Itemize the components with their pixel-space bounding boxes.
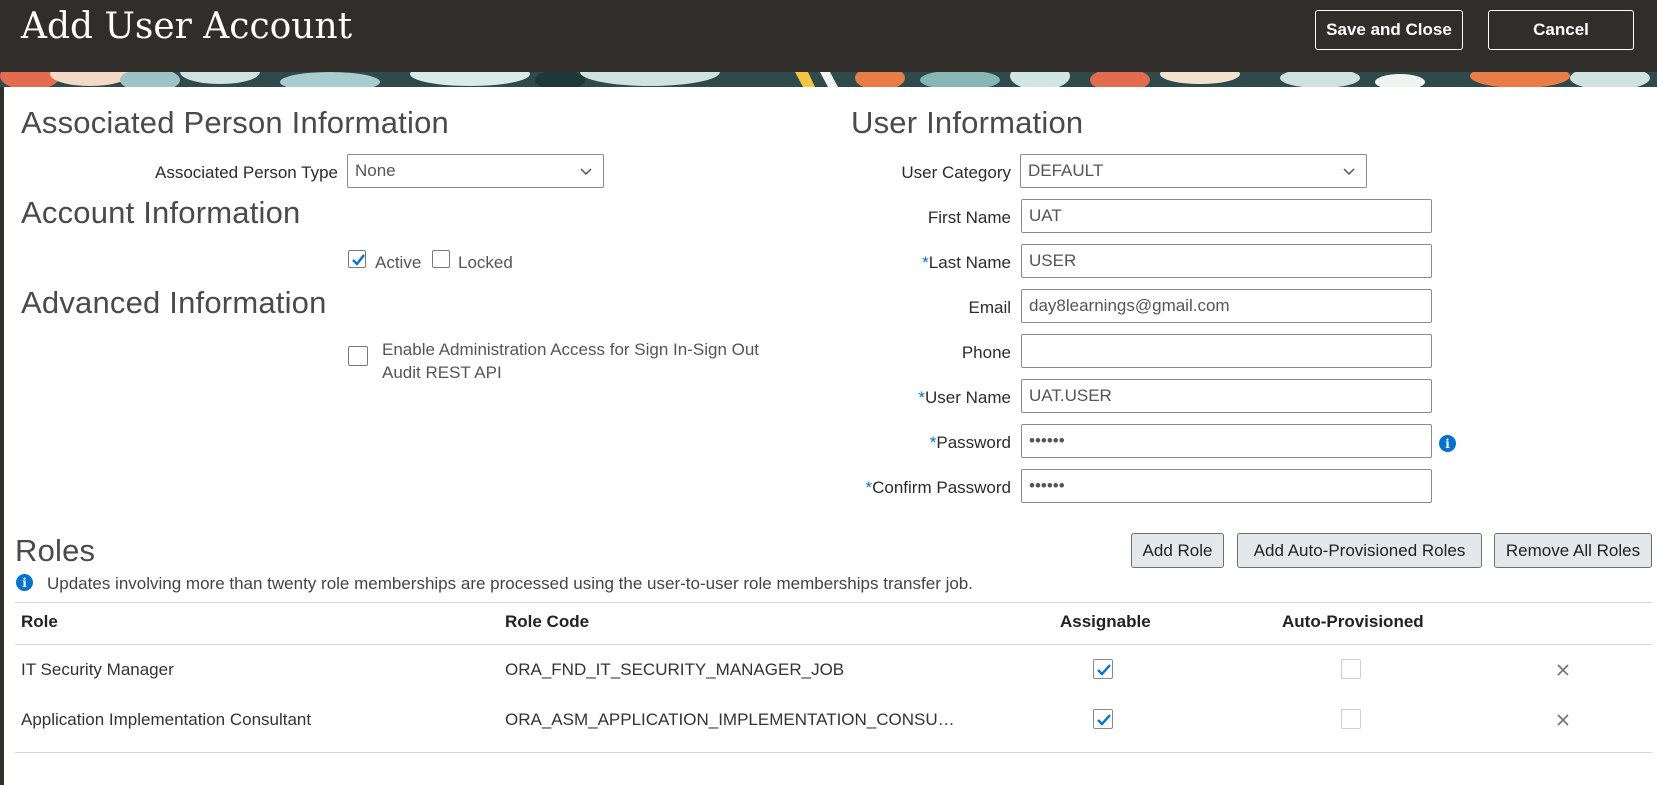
- user-category-value: DEFAULT: [1028, 161, 1104, 180]
- active-label: Active: [375, 253, 422, 272]
- info-icon[interactable]: i: [1439, 435, 1456, 452]
- role-name: IT Security Manager: [21, 660, 174, 679]
- last-name-field[interactable]: USER: [1021, 244, 1432, 278]
- user-name-field[interactable]: UAT.USER: [1021, 379, 1432, 413]
- left-border: [0, 87, 4, 785]
- user-info-section-title: User Information: [851, 105, 1084, 140]
- user-category-select[interactable]: DEFAULT: [1020, 154, 1367, 188]
- associated-person-type-label: Associated Person Type: [154, 163, 338, 182]
- table-header-divider: [15, 644, 1652, 645]
- confirm-password-label: *Confirm Password: [866, 478, 1012, 498]
- auto-provisioned-checkbox: [1341, 709, 1361, 729]
- password-label: *Password: [930, 433, 1011, 453]
- delete-icon[interactable]: [1556, 663, 1570, 677]
- first-name-label: First Name: [927, 208, 1011, 227]
- delete-icon[interactable]: [1556, 713, 1570, 727]
- checkmark-icon: [1097, 664, 1111, 676]
- column-header-role[interactable]: Role: [21, 612, 58, 632]
- info-icon: i: [16, 574, 33, 591]
- table-top-divider: [15, 602, 1652, 603]
- roles-info-note: Updates involving more than twenty role …: [47, 574, 973, 593]
- table-bottom-divider: [15, 752, 1652, 753]
- remove-all-roles-button[interactable]: Remove All Roles: [1494, 533, 1652, 568]
- chevron-down-icon: [1343, 168, 1355, 176]
- associated-person-type-select[interactable]: None: [347, 154, 604, 188]
- first-name-field[interactable]: UAT: [1021, 199, 1432, 233]
- page-header: Add User Account Save and Close Cancel: [0, 0, 1657, 72]
- account-section-title: Account Information: [21, 195, 301, 230]
- chevron-down-icon: [580, 168, 592, 176]
- role-code: ORA_FND_IT_SECURITY_MANAGER_JOB: [505, 660, 845, 679]
- column-header-role-code[interactable]: Role Code: [505, 612, 589, 632]
- phone-field[interactable]: [1021, 334, 1432, 368]
- assignable-checkbox[interactable]: [1093, 709, 1113, 729]
- roles-section-title: Roles: [15, 533, 96, 568]
- role-code: ORA_ASM_APPLICATION_IMPLEMENTATION_CONSU…: [505, 710, 955, 729]
- page-title: Add User Account: [21, 6, 353, 47]
- cancel-button[interactable]: Cancel: [1488, 10, 1634, 50]
- email-label: Email: [968, 298, 1011, 317]
- admin-access-checkbox[interactable]: [348, 346, 368, 366]
- last-name-label-text: Last Name: [928, 253, 1011, 272]
- advanced-section-title: Advanced Information: [21, 285, 327, 320]
- auto-provisioned-checkbox: [1341, 659, 1361, 679]
- active-checkbox[interactable]: [348, 250, 366, 268]
- assignable-checkbox[interactable]: [1093, 659, 1113, 679]
- password-field[interactable]: ••••••: [1021, 424, 1432, 458]
- password-label-text: Password: [936, 433, 1011, 452]
- phone-label: Phone: [961, 343, 1011, 362]
- user-name-label: *User Name: [918, 388, 1011, 408]
- admin-access-label: Enable Administration Access for Sign In…: [382, 338, 759, 384]
- checkmark-icon: [1097, 714, 1111, 726]
- role-name: Application Implementation Consultant: [21, 710, 312, 729]
- add-role-button[interactable]: Add Role: [1131, 533, 1224, 568]
- associated-person-type-value: None: [355, 161, 396, 180]
- locked-label: Locked: [458, 253, 513, 272]
- column-header-auto-provisioned[interactable]: Auto-Provisioned: [1282, 612, 1424, 632]
- admin-access-label-line1: Enable Administration Access for Sign In…: [382, 340, 760, 359]
- associated-person-section-title: Associated Person Information: [21, 105, 449, 140]
- save-and-close-button[interactable]: Save and Close: [1315, 10, 1463, 50]
- checkmark-icon: [352, 254, 365, 266]
- decorative-banner: [0, 72, 1657, 87]
- confirm-password-label-text: Confirm Password: [872, 478, 1011, 497]
- required-marker: *: [922, 253, 929, 272]
- last-name-label: *Last Name: [922, 253, 1011, 273]
- user-category-label: User Category: [901, 163, 1011, 182]
- confirm-password-field[interactable]: ••••••: [1021, 469, 1432, 503]
- admin-access-label-line2: Audit REST API: [382, 363, 502, 382]
- email-field[interactable]: day8learnings@gmail.com: [1021, 289, 1432, 323]
- column-header-assignable[interactable]: Assignable: [1060, 612, 1151, 632]
- user-name-label-text: User Name: [925, 388, 1011, 407]
- add-auto-provisioned-roles-button[interactable]: Add Auto-Provisioned Roles: [1237, 533, 1482, 568]
- locked-checkbox[interactable]: [432, 250, 450, 268]
